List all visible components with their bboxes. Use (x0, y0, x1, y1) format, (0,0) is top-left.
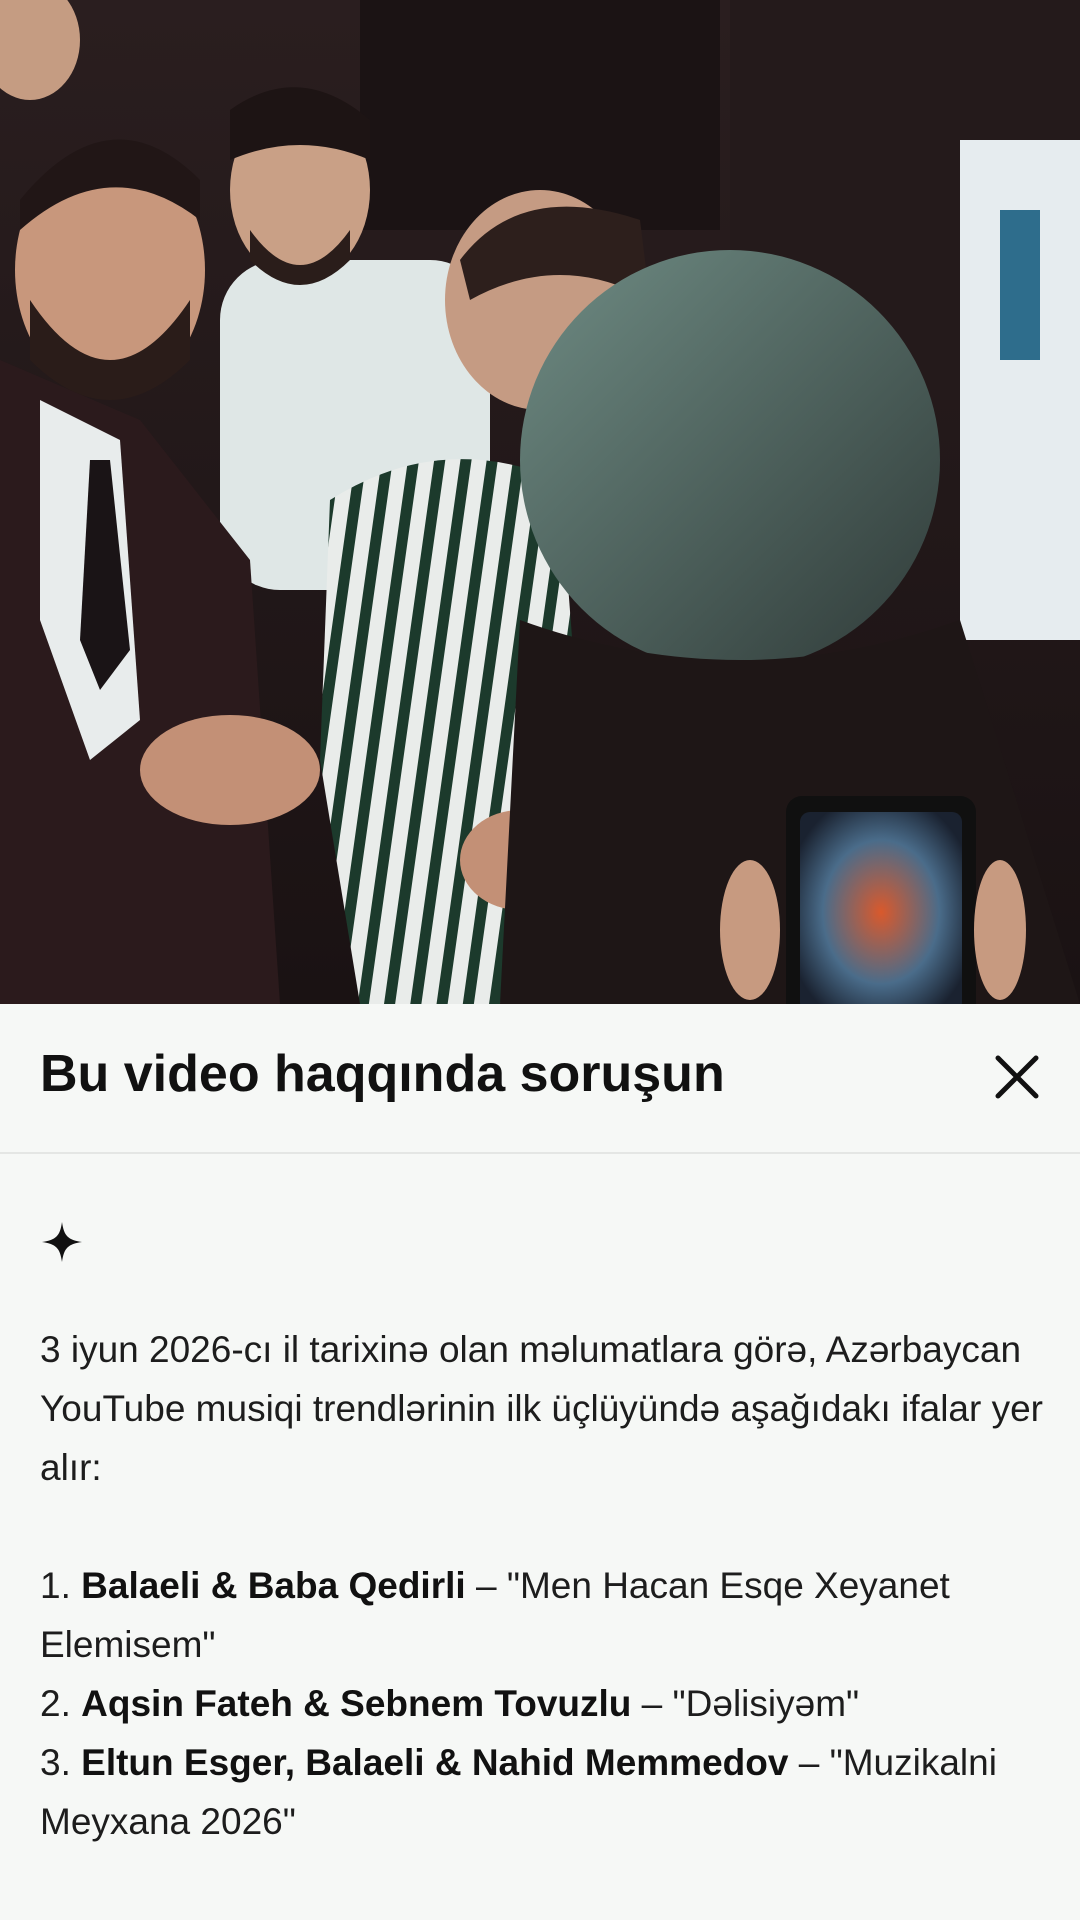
item-number: 2. (40, 1683, 71, 1724)
item-separator: – (631, 1683, 673, 1724)
item-song: "Dəlisiyəm" (672, 1683, 860, 1724)
video-player[interactable] (0, 0, 1080, 1004)
video-frame-image (0, 0, 1080, 1004)
item-artist: Eltun Esger, Balaeli & Nahid Memmedov (81, 1742, 789, 1783)
close-icon (995, 1055, 1039, 1099)
item-separator: – (788, 1742, 830, 1783)
item-separator: – (465, 1565, 507, 1606)
sparkle-icon (42, 1222, 82, 1262)
item-number: 1. (40, 1565, 71, 1606)
screen: Bu video haqqında soruşun 3 iyun 2026-cı… (0, 0, 1080, 1920)
item-artist: Aqsin Fateh & Sebnem Tovuzlu (81, 1683, 632, 1724)
item-number: 3. (40, 1742, 71, 1783)
sheet-header: Bu video haqqında soruşun (0, 1004, 1080, 1154)
ai-answer: 3 iyun 2026-cı il tarixinə olan məlumatl… (40, 1320, 1050, 1851)
item-artist: Balaeli & Baba Qedirli (81, 1565, 466, 1606)
list-item: 3. Eltun Esger, Balaeli & Nahid Memmedov… (40, 1733, 1050, 1851)
list-item: 1. Balaeli & Baba Qedirli – "Men Hacan E… (40, 1556, 1050, 1674)
list-item: 2. Aqsin Fateh & Sebnem Tovuzlu – "Dəlis… (40, 1674, 1050, 1733)
ask-about-video-sheet: Bu video haqqında soruşun 3 iyun 2026-cı… (0, 1004, 1080, 1920)
close-button[interactable] (982, 1042, 1052, 1112)
sheet-title: Bu video haqqında soruşun (40, 1045, 725, 1103)
answer-intro: 3 iyun 2026-cı il tarixinə olan məlumatl… (40, 1329, 1043, 1488)
